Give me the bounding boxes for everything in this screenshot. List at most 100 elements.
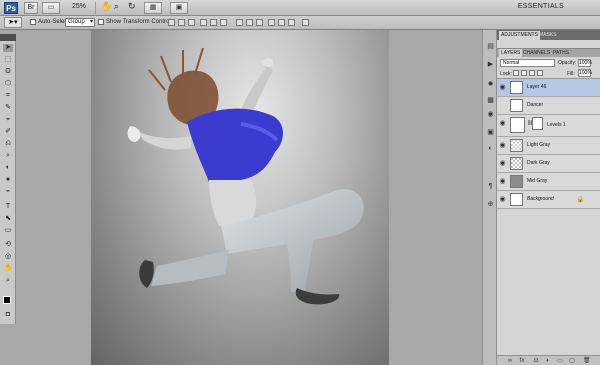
panels-column: ADJUSTMENTS MASKS LAYERS CHANNELS PATHS … [497, 30, 600, 365]
visibility-eye-icon[interactable]: ◉ [499, 120, 506, 127]
tab-adjustments[interactable]: ADJUSTMENTS [499, 31, 540, 40]
hand-tool-icon[interactable]: ✋ [3, 265, 13, 273]
quick-select-tool-icon[interactable]: ⬡ [3, 80, 13, 88]
tool-preset-picker[interactable]: ➤▾ [4, 17, 22, 28]
visibility-eye-icon[interactable]: ◉ [499, 102, 506, 109]
paragraph-panel-icon[interactable]: ¶ [486, 182, 495, 191]
layer-row-dancer[interactable]: ◉ Dancer [497, 97, 600, 115]
zoom-level[interactable]: 25% [72, 3, 86, 10]
distribute-top-icon[interactable] [236, 19, 243, 26]
layer-row-dark-gray[interactable]: ◉ Dark Gray [497, 155, 600, 173]
visibility-eye-icon[interactable]: ◉ [499, 84, 506, 91]
auto-align-icon[interactable] [302, 19, 309, 26]
dodge-tool-icon[interactable]: ⌁ [3, 188, 13, 196]
link-layers-icon[interactable]: ∞ [507, 358, 513, 364]
align-middle-icon[interactable] [178, 19, 185, 26]
eyedropper-tool-icon[interactable]: ✎ [3, 104, 13, 112]
distribute-center-icon[interactable] [278, 19, 285, 26]
visibility-eye-icon[interactable]: ◉ [499, 178, 506, 185]
tab-masks[interactable]: MASKS [537, 31, 559, 40]
color-panel-icon[interactable]: ✹ [486, 80, 495, 89]
layer-name: Dancer [527, 102, 544, 108]
layer-thumbnail [510, 193, 523, 206]
layer-mask-thumbnail [532, 117, 543, 130]
align-center-icon[interactable] [210, 19, 217, 26]
zoom-tool-icon[interactable]: ⌕ [3, 277, 13, 285]
new-group-icon[interactable]: ▭ [557, 358, 563, 364]
3d-rotate-icon[interactable]: ⟲ [3, 241, 13, 249]
styles-panel-icon[interactable]: ◉ [486, 110, 495, 119]
show-transform-checkbox[interactable] [98, 19, 104, 25]
auto-select-checkbox[interactable] [30, 19, 36, 25]
eraser-tool-icon[interactable]: ◐ [3, 164, 13, 172]
lock-transparent-icon[interactable] [513, 70, 519, 76]
layer-row-layer-46[interactable]: ◉ Layer 46 [497, 79, 600, 97]
distribute-left-icon[interactable] [268, 19, 275, 26]
lock-icon: 🔒 [576, 197, 584, 203]
align-right-icon[interactable] [220, 19, 227, 26]
dancer-artwork [127, 47, 364, 305]
layer-row-mid-gray[interactable]: ◉ Mid Gray [497, 173, 600, 191]
distribute-right-icon[interactable] [288, 19, 295, 26]
masks-panel-icon[interactable]: ◐ [486, 144, 495, 153]
lock-image-icon[interactable] [521, 70, 527, 76]
shape-tool-icon[interactable]: ▭ [3, 227, 13, 235]
new-layer-icon[interactable]: ▢ [569, 358, 575, 364]
fill-label: Fill: [567, 71, 575, 77]
visibility-eye-icon[interactable]: ◉ [499, 142, 506, 149]
align-bottom-icon[interactable] [188, 19, 195, 26]
clone-source-panel-icon[interactable]: ⊕ [486, 200, 495, 209]
add-mask-icon[interactable]: ◘ [533, 358, 539, 364]
arrange-documents-button[interactable]: ▦ [144, 2, 162, 14]
layer-name: Background [527, 196, 554, 202]
lock-position-icon[interactable] [529, 70, 535, 76]
layer-style-icon[interactable]: fx [519, 358, 525, 364]
blend-mode-select[interactable]: Normal [500, 59, 555, 67]
move-tool-icon[interactable]: ➤ [3, 44, 13, 52]
panel-icon-strip: ▤ ▶ ✹ ▦ ◉ ▣ ◐ ¶ ⊕ [482, 30, 497, 365]
zoom-tool-icon[interactable]: ⌕ [114, 1, 119, 12]
workspace-switcher[interactable]: ESSENTIALS [518, 3, 564, 10]
history-brush-icon[interactable]: ⌕ [3, 152, 13, 160]
actions-panel-icon[interactable]: ▶ [486, 60, 495, 69]
history-panel-icon[interactable]: ▤ [486, 42, 495, 51]
opacity-field[interactable]: 100% [578, 59, 592, 67]
photoshop-logo: Ps [4, 2, 18, 14]
align-left-icon[interactable] [200, 19, 207, 26]
document-canvas[interactable] [91, 30, 389, 365]
screen-mode-button[interactable]: ▣ [170, 2, 188, 14]
layer-row-levels-1[interactable]: ◉ ⛓ Levels 1 [497, 115, 600, 137]
auto-select-dropdown[interactable]: Group [65, 18, 95, 27]
healing-brush-icon[interactable]: ⌖ [3, 116, 13, 124]
clone-stamp-icon[interactable]: ⎌ [3, 140, 13, 148]
3d-orbit-icon[interactable]: ◎ [3, 253, 13, 261]
swatches-panel-icon[interactable]: ▦ [486, 96, 495, 105]
distribute-bottom-icon[interactable] [256, 19, 263, 26]
layer-name: Mid Gray [527, 178, 548, 184]
layer-row-light-gray[interactable]: ◉ Light Gray [497, 137, 600, 155]
hand-tool-icon[interactable]: ✋ [101, 1, 112, 12]
visibility-eye-icon[interactable]: ◉ [499, 196, 506, 203]
brush-tool-icon[interactable]: ✐ [3, 128, 13, 136]
gradient-tool-icon[interactable]: ● [3, 176, 13, 184]
rotate-view-icon[interactable]: ↻ [128, 1, 136, 12]
lock-all-icon[interactable] [537, 70, 543, 76]
foreground-color-swatch[interactable] [3, 296, 11, 304]
path-select-icon[interactable]: ⬉ [3, 215, 13, 223]
marquee-tool-icon[interactable]: ⬚ [3, 56, 13, 64]
fill-field[interactable]: 100% [578, 69, 592, 77]
view-extras-button[interactable]: ▭ [42, 2, 60, 14]
visibility-eye-icon[interactable]: ◉ [499, 160, 506, 167]
distribute-middle-icon[interactable] [246, 19, 253, 26]
layer-row-background[interactable]: ◉ Background 🔒 [497, 191, 600, 209]
delete-layer-icon[interactable]: 🗑 [583, 358, 591, 364]
crop-tool-icon[interactable]: ⌗ [3, 92, 13, 100]
adjustment-layer-icon[interactable]: ◐ [545, 358, 551, 364]
toolbox-handle[interactable] [0, 34, 16, 41]
align-top-icon[interactable] [168, 19, 175, 26]
lasso-tool-icon[interactable]: ʘ [3, 68, 13, 76]
type-tool-icon[interactable]: T [3, 203, 13, 211]
bridge-button[interactable]: Br [24, 2, 38, 14]
quick-mask-icon[interactable]: ◘ [3, 311, 13, 319]
adjustments-panel-icon[interactable]: ▣ [486, 128, 495, 137]
